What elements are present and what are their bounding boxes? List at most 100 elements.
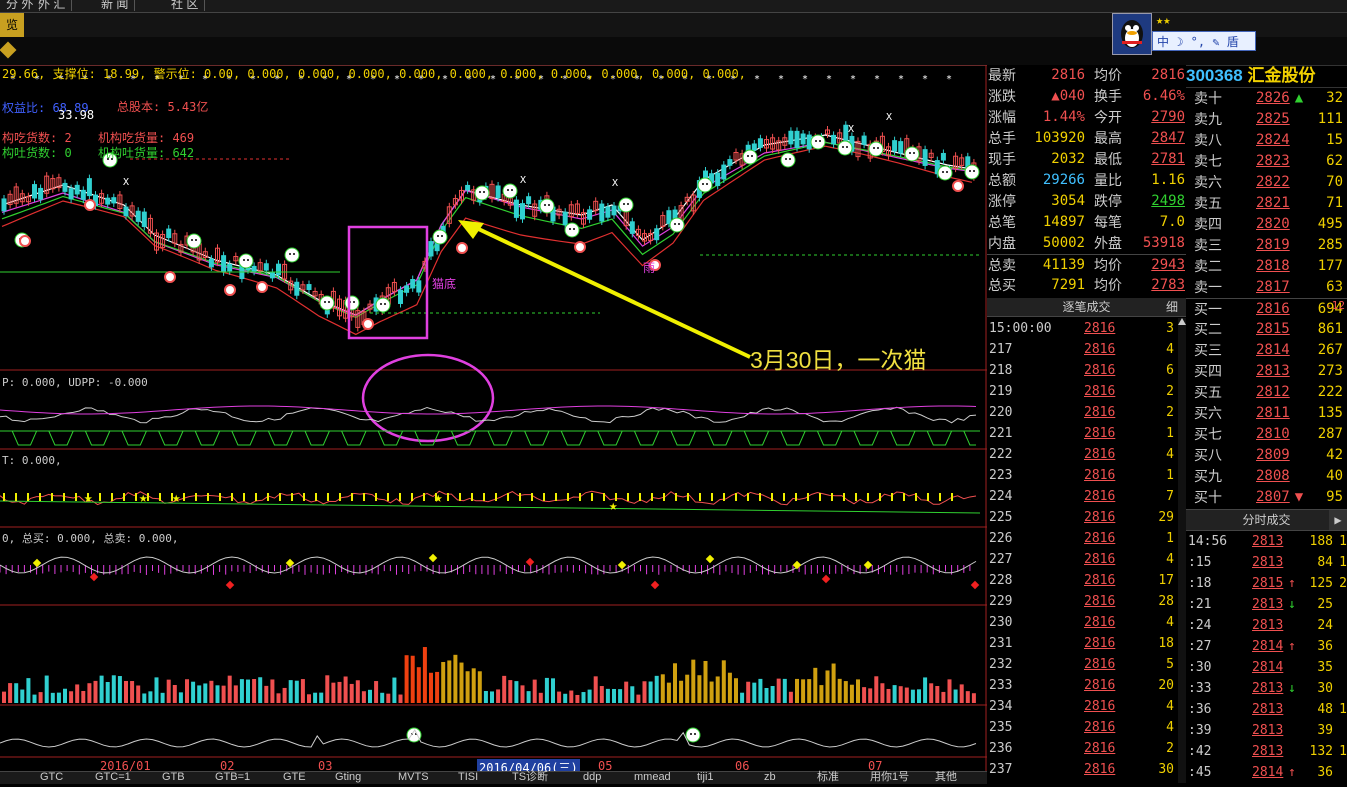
- tick-row: 228 2816 17: [987, 570, 1186, 591]
- btab-gtb[interactable]: GTB: [162, 770, 185, 784]
- tick-trades-header[interactable]: 逐笔成交 细: [987, 298, 1186, 317]
- sell-dot-icon: [362, 318, 374, 330]
- volume-bar: [56, 692, 61, 703]
- candle-body: [38, 187, 44, 200]
- order-price: 2823: [1256, 153, 1290, 169]
- top-tab-news[interactable]: 新 闻: [95, 0, 136, 11]
- tick-row: 226 2816 1: [987, 528, 1186, 549]
- quote-value-2: 2783: [1151, 277, 1185, 293]
- order-row: 买五 2812 222: [1186, 382, 1347, 403]
- qq-penguin-icon[interactable]: [1112, 13, 1152, 55]
- smiley-icon: [780, 152, 796, 168]
- volume-bar: [697, 675, 702, 703]
- volume-bar: [959, 684, 964, 703]
- order-row: 卖九 2825 111: [1186, 109, 1347, 130]
- btab-other[interactable]: 其他: [935, 770, 957, 784]
- btab-ddp[interactable]: ddp: [583, 770, 601, 784]
- timeshare-expand-icon[interactable]: ▶: [1329, 510, 1347, 530]
- tick-row: 225 2816 29: [987, 507, 1186, 528]
- btab-gtb1[interactable]: GTB=1: [215, 770, 250, 784]
- btab-mmead[interactable]: mmead: [634, 770, 671, 784]
- help-icon[interactable]: [0, 41, 17, 59]
- tick-time: 224: [989, 489, 1013, 504]
- btab-tiji1[interactable]: tiji1: [697, 770, 714, 784]
- top-tab-forex[interactable]: 外 汇: [32, 0, 73, 11]
- indicator-pane-t: ★ ★ ★ ★ ★: [0, 490, 981, 514]
- sell-dot-icon: [456, 242, 468, 254]
- scroll-up-icon[interactable]: [1178, 318, 1186, 325]
- btab-tisi[interactable]: TISI: [458, 770, 478, 784]
- quote-value-2: 2781: [1151, 151, 1185, 167]
- volume-bar: [355, 680, 360, 703]
- btab-gte[interactable]: GTE: [283, 770, 306, 784]
- quote-label-2: 每笔: [1094, 214, 1122, 230]
- tick-time: 219: [989, 384, 1013, 399]
- volume-bar: [770, 686, 775, 703]
- order-volume: 285: [1317, 237, 1343, 253]
- volume-bar: [782, 678, 787, 703]
- quote-value-2: 2943: [1151, 257, 1185, 273]
- btab-gtc1[interactable]: GTC=1: [95, 770, 131, 784]
- btab-gting[interactable]: Gting: [335, 770, 361, 784]
- volume-bar: [636, 694, 641, 703]
- smiley-eye: [384, 303, 386, 305]
- kline-chart-area[interactable]: * * * * * * * * * * * * * * * * * * * * * * * * * * * * * * * * * * * * * * * *…: [0, 64, 987, 783]
- volume-bar: [130, 681, 135, 703]
- volume-bar: [26, 678, 31, 703]
- candle-body: [526, 196, 532, 205]
- btab-mvts[interactable]: MVTS: [398, 770, 429, 784]
- qq-toolbar[interactable]: 中 ☽ °, ✎ 盾: [1152, 31, 1256, 51]
- inst-sell-vol-label: 机构吐货量: 642: [98, 146, 195, 160]
- tick-price: 2816: [1084, 342, 1116, 357]
- oscillator-line: [0, 729, 977, 748]
- volume-bar: [941, 691, 946, 703]
- quote-panel: 最新 2816 均价 2816 涨跌 ▲040 换手 6.46% 涨幅 1.44% …: [987, 65, 1186, 298]
- btab-standard[interactable]: 标准: [817, 770, 839, 784]
- volume-bar: [233, 685, 238, 703]
- volume-bar: [368, 689, 372, 703]
- quote-label-2: 均价: [1094, 277, 1122, 293]
- order-volume: 287: [1317, 426, 1343, 442]
- volume-bar: [191, 681, 196, 703]
- volume-bar: [410, 655, 415, 703]
- tick-volume: 4: [1166, 447, 1174, 462]
- smiley-eye: [247, 259, 249, 261]
- order-level: 买三: [1194, 342, 1222, 358]
- timeshare-header[interactable]: 分时成交 ▶: [1186, 509, 1347, 531]
- candle-body: [398, 289, 403, 304]
- diamond-icon: [428, 553, 438, 563]
- tick-detail-button[interactable]: 细: [1166, 298, 1178, 316]
- quote-row: 总额 29266 量比 1.16: [987, 170, 1186, 191]
- order-level: 买十: [1194, 489, 1222, 505]
- btab-gtc[interactable]: GTC: [40, 770, 63, 784]
- tick-volume: 2: [1166, 405, 1174, 420]
- volume-bar: [288, 680, 293, 703]
- top-marker: *: [922, 74, 928, 85]
- ts-volume: 84: [1317, 555, 1333, 570]
- order-row: 卖一 2817 63: [1186, 277, 1347, 298]
- volume-bar: [490, 691, 494, 703]
- qq-widget[interactable]: ★★ 中 ☽ °, ✎ 盾: [1112, 13, 1258, 55]
- candle-body: [562, 211, 568, 226]
- volume-bar: [429, 672, 433, 703]
- smiley-eye: [913, 152, 915, 154]
- top-marker: *: [874, 74, 880, 85]
- ts-arrow-icon: ↓: [1288, 681, 1296, 696]
- left-tab[interactable]: 览: [0, 13, 24, 37]
- ts-arrow-icon: ↑: [1288, 765, 1296, 780]
- order-price: 2826: [1256, 90, 1290, 106]
- volume-bar: [380, 692, 385, 703]
- btab-zb[interactable]: zb: [764, 770, 776, 784]
- tick-scrollbar[interactable]: [1178, 318, 1186, 783]
- volume-bar: [746, 681, 751, 703]
- smiley-eye: [293, 253, 295, 255]
- quote-value: 3054: [1051, 193, 1085, 209]
- order-price: 2811: [1256, 405, 1290, 421]
- volume-bar: [154, 677, 159, 703]
- candle-body: [831, 134, 837, 145]
- btab-tszd[interactable]: TS诊断: [512, 770, 548, 784]
- top-tab-community[interactable]: 社 区: [165, 0, 206, 11]
- btab-yongni[interactable]: 用你1号: [870, 770, 909, 784]
- ts-time: :42: [1188, 744, 1212, 759]
- rain-label: 雨: [643, 261, 656, 275]
